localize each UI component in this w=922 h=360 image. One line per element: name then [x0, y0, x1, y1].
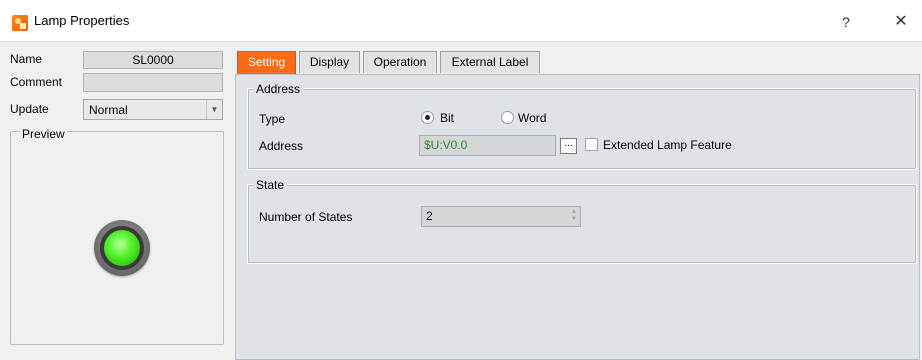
address-group — [247, 88, 917, 170]
type-label: Type — [259, 112, 286, 126]
state-group — [247, 184, 917, 264]
address-group-label: Address — [253, 82, 304, 96]
update-label: Update — [10, 102, 49, 116]
type-word-label: Word — [518, 111, 547, 125]
spinner-arrows-icon[interactable]: ▲ ▼ — [569, 209, 579, 224]
address-input[interactable]: $U:V0.0 — [419, 135, 556, 156]
name-label: Name — [10, 52, 43, 66]
state-group-label: State — [253, 178, 288, 192]
browse-address-button[interactable]: ... — [560, 138, 577, 154]
comment-field[interactable] — [83, 73, 223, 92]
title-bar: Lamp Properties ? ✕ — [0, 0, 922, 42]
close-button[interactable]: ✕ — [890, 11, 912, 33]
tab-operation[interactable]: Operation — [363, 51, 437, 73]
comment-label: Comment — [10, 75, 63, 89]
address-label: Address — [259, 139, 304, 153]
update-select-value: Normal — [89, 103, 128, 117]
type-bit-label: Bit — [440, 111, 455, 125]
extended-lamp-label: Extended Lamp Feature — [603, 138, 732, 152]
lamp-app-icon — [12, 15, 28, 31]
number-of-states-value: 2 — [426, 209, 433, 223]
type-word-radio[interactable] — [501, 111, 514, 124]
lamp-light — [104, 230, 140, 266]
tab-external-label[interactable]: External Label — [440, 51, 540, 73]
dialog-body: Name SL0000 Comment Update Normal ▼ Prev… — [0, 42, 922, 360]
number-of-states-label: Number of States — [259, 210, 353, 224]
extended-lamp-checkbox[interactable] — [585, 138, 598, 151]
green-lamp-icon — [94, 220, 150, 276]
chevron-down-icon[interactable]: ▼ — [206, 100, 222, 119]
tab-setting[interactable]: Setting — [237, 51, 296, 74]
tab-display[interactable]: Display — [299, 51, 360, 73]
help-button[interactable]: ? — [835, 11, 857, 33]
window-title: Lamp Properties — [34, 13, 130, 28]
update-select[interactable]: Normal ▼ — [83, 99, 223, 120]
name-field: SL0000 — [83, 51, 223, 69]
type-bit-radio[interactable] — [421, 111, 434, 124]
number-of-states-input[interactable]: 2 ▲ ▼ — [421, 206, 581, 227]
preview-label: Preview — [20, 127, 67, 141]
